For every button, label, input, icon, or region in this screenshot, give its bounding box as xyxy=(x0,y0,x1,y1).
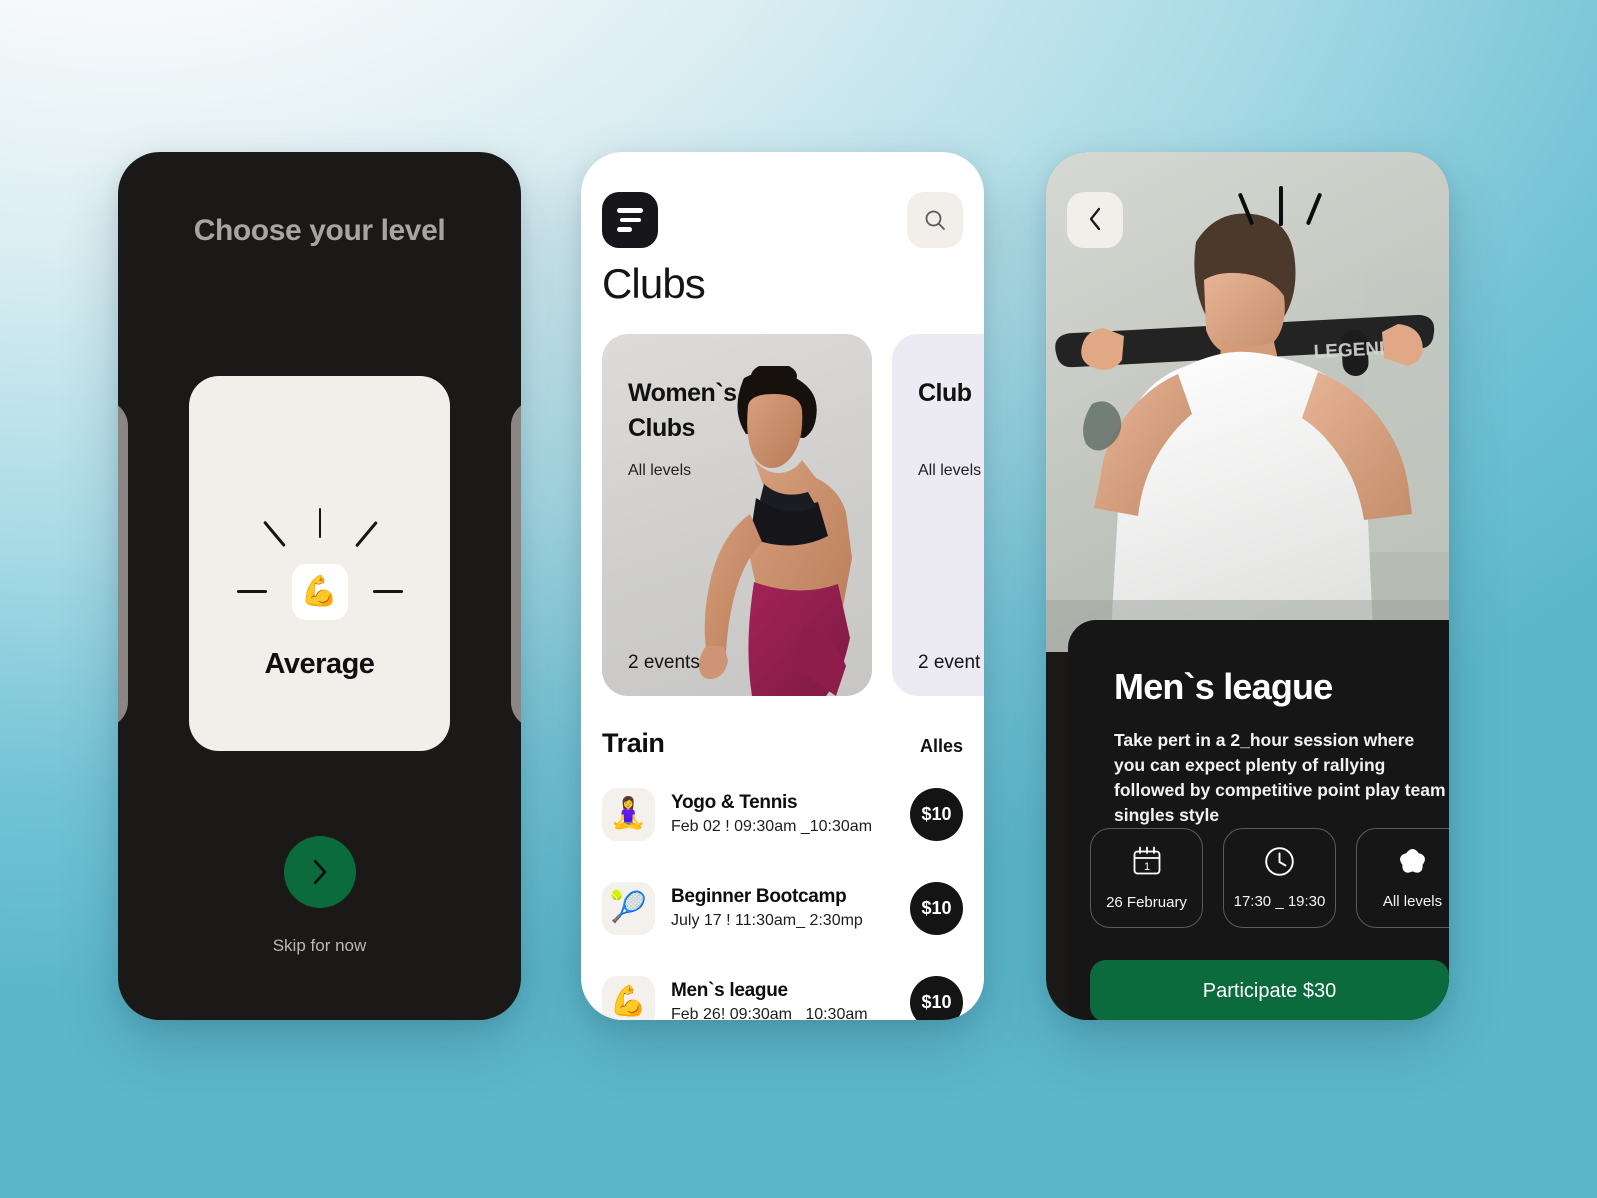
participate-button[interactable]: Participate $30 xyxy=(1090,960,1449,1020)
club-card-title: Women`s Clubs xyxy=(628,379,737,442)
chip-level[interactable]: All levels xyxy=(1356,828,1449,928)
list-item-schedule: Feb 02 ! 09:30am _10:30am xyxy=(671,818,873,835)
chip-level-label: All levels xyxy=(1382,892,1443,910)
svg-text:LEGEND: LEGEND xyxy=(1313,338,1393,363)
chip-date-label: 26 February xyxy=(1106,893,1187,911)
sparkle-rays-icon xyxy=(1236,184,1326,240)
chip-date[interactable]: 1 26 February xyxy=(1090,828,1203,928)
chip-time[interactable]: 17:30 _ 19:30 xyxy=(1223,828,1336,928)
event-detail-body: Men`s league Take pert in a 2_hour sessi… xyxy=(1068,620,1449,1020)
see-all-link[interactable]: Alles xyxy=(920,736,963,757)
flexed-biceps-icon: 💪 xyxy=(602,975,655,1020)
list-item-title: Beginner Bootcamp xyxy=(671,886,847,907)
screens-stage: Choose your level 💪 Average Skip for now… xyxy=(0,0,1597,1198)
yoga-icon: 🧘‍♀️ xyxy=(602,787,655,841)
sparkle-burst-icon: 💪 xyxy=(236,508,403,624)
chevron-left-icon xyxy=(1088,207,1103,234)
list-item-title: Men`s league xyxy=(671,980,788,1001)
price-badge[interactable]: $10 xyxy=(910,975,963,1020)
level-card-next[interactable] xyxy=(511,400,521,728)
page-title: Clubs xyxy=(602,260,706,307)
level-card-selected[interactable]: 💪 Average xyxy=(189,376,450,751)
event-detail-card: Men`s league Take pert in a 2_hour sessi… xyxy=(1068,620,1449,1020)
svg-text:1: 1 xyxy=(1143,861,1149,873)
list-item[interactable]: 🎾 Beginner Bootcamp July 17 ! 11:30am_ 2… xyxy=(602,872,963,944)
hamburger-menu-icon[interactable] xyxy=(602,192,658,248)
event-description: Take pert in a 2_hour session where you … xyxy=(1114,730,1446,826)
next-button[interactable] xyxy=(283,836,356,908)
club-card-title: Club xyxy=(918,379,972,407)
hero-image: LEGEND xyxy=(1046,152,1449,652)
chip-time-label: 17:30 _ 19:30 xyxy=(1233,893,1326,910)
skip-for-now-link[interactable]: Skip for now xyxy=(118,936,521,956)
flexed-biceps-icon: 💪 xyxy=(291,564,348,620)
club-card-levels: All levels xyxy=(918,462,982,479)
list-item[interactable]: 🧘‍♀️ Yogo & Tennis Feb 02 ! 09:30am _10:… xyxy=(602,778,963,850)
chevron-right-icon xyxy=(312,859,328,885)
list-item-schedule: July 17 ! 11:30am_ 2:30mp xyxy=(671,912,863,929)
level-card-previous[interactable] xyxy=(118,400,128,728)
clubs-carousel[interactable]: Women`s Clubs All levels 2 events Club A… xyxy=(581,334,984,696)
list-item-meta: Beginner Bootcamp July 17 ! 11:30am_ 2:3… xyxy=(671,886,910,930)
list-item[interactable]: 💪 Men`s league Feb 26! 09:30am _10:30am … xyxy=(602,966,963,1020)
phone-screen-choose-level: Choose your level 💪 Average Skip for now xyxy=(118,152,521,1020)
phone-screen-event-detail: LEGEND Men`s league Take pert in a 2_hou… xyxy=(1046,152,1449,1020)
level-name: Average xyxy=(264,648,375,680)
clubs-topbar xyxy=(602,192,963,248)
star-icon xyxy=(1397,847,1428,882)
search-icon[interactable] xyxy=(907,192,963,248)
tennis-ball-icon: 🎾 xyxy=(602,881,655,935)
price-badge[interactable]: $10 xyxy=(910,881,963,935)
club-card[interactable]: Women`s Clubs All levels 2 events xyxy=(602,334,872,696)
train-list: 🧘‍♀️ Yogo & Tennis Feb 02 ! 09:30am _10:… xyxy=(602,778,963,1020)
event-meta-chips: 1 26 February 17:30 _ 19:30 All levels xyxy=(1090,828,1449,928)
calendar-icon: 1 xyxy=(1132,846,1162,883)
section-title: Train xyxy=(602,728,665,758)
club-card-events: 2 event xyxy=(918,652,981,673)
phone-screen-clubs: Clubs Women`s Clubs All levels 2 events xyxy=(581,152,984,1020)
list-item-meta: Yogo & Tennis Feb 02 ! 09:30am _10:30am xyxy=(671,792,910,836)
event-title: Men`s league xyxy=(1114,666,1333,707)
club-card[interactable]: Club All levels 2 event xyxy=(892,334,984,696)
club-card-events: 2 events xyxy=(628,652,700,673)
train-section-header: Train Alles xyxy=(602,728,963,759)
list-item-title: Yogo & Tennis xyxy=(671,792,798,813)
clock-icon xyxy=(1264,846,1295,882)
club-card-levels: All levels xyxy=(628,462,692,479)
list-item-schedule: Feb 26! 09:30am _10:30am xyxy=(671,1006,868,1020)
price-badge[interactable]: $10 xyxy=(910,787,963,841)
page-title: Choose your level xyxy=(193,214,446,247)
list-item-meta: Men`s league Feb 26! 09:30am _10:30am xyxy=(671,980,910,1020)
level-carousel[interactable]: 💪 Average xyxy=(118,376,521,751)
back-button[interactable] xyxy=(1067,192,1123,248)
